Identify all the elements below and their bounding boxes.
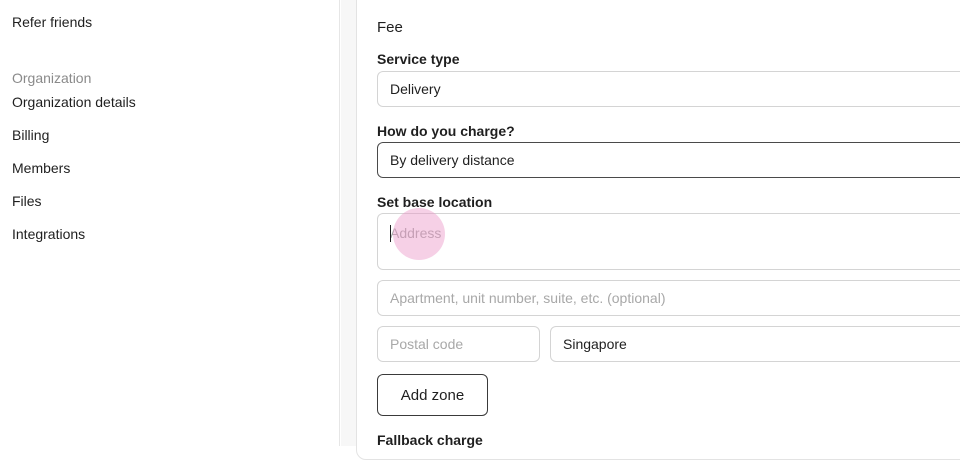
- sidebar-item-members[interactable]: Members: [12, 160, 70, 176]
- sidebar-item-organization-details[interactable]: Organization details: [12, 94, 136, 110]
- service-type-value: Delivery: [390, 81, 441, 97]
- fee-form: Fee Service type Delivery How do you cha…: [341, 0, 960, 448]
- apartment-input[interactable]: Apartment, unit number, suite, etc. (opt…: [377, 280, 960, 316]
- charge-method-label: How do you charge?: [377, 123, 515, 139]
- sidebar-item-billing[interactable]: Billing: [12, 127, 49, 143]
- sidebar-heading-organization: Organization: [12, 70, 92, 86]
- base-location-label: Set base location: [377, 194, 493, 210]
- sidebar-item-files[interactable]: Files: [12, 193, 42, 209]
- charge-method-value: By delivery distance: [390, 152, 515, 168]
- service-type-label: Service type: [377, 51, 460, 67]
- settings-sidebar: Refer friends Organization Organization …: [0, 0, 340, 446]
- postal-code-input[interactable]: Postal code: [377, 326, 540, 362]
- section-title-fee: Fee: [377, 19, 403, 36]
- add-zone-button[interactable]: Add zone: [377, 374, 488, 416]
- apartment-placeholder: Apartment, unit number, suite, etc. (opt…: [390, 290, 666, 306]
- text-caret: [390, 225, 391, 242]
- sidebar-item-integrations[interactable]: Integrations: [12, 226, 85, 242]
- address-input[interactable]: Address: [377, 213, 960, 270]
- postal-code-placeholder: Postal code: [390, 336, 464, 352]
- service-type-select[interactable]: Delivery: [377, 71, 960, 107]
- sidebar-item-refer-friends[interactable]: Refer friends: [12, 14, 92, 30]
- country-value: Singapore: [563, 336, 627, 352]
- country-select[interactable]: Singapore: [550, 326, 960, 362]
- charge-method-select[interactable]: By delivery distance: [377, 142, 960, 178]
- address-placeholder: Address: [390, 225, 442, 241]
